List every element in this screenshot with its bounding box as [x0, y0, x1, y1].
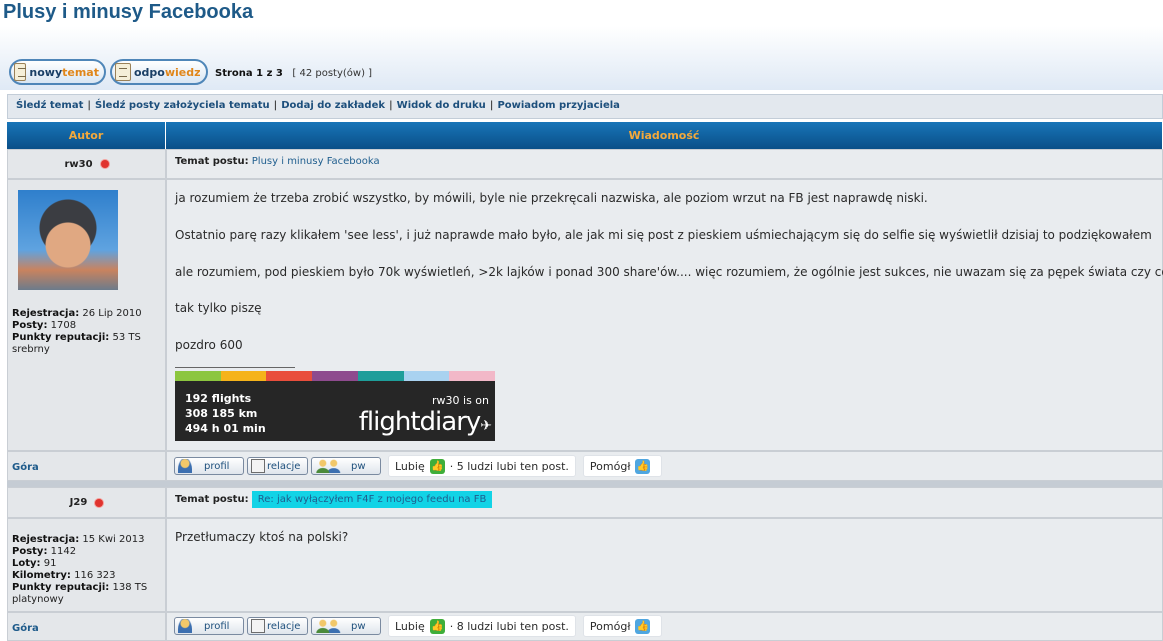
- topic-toolbar: Śledź temat | Śledź posty założyciela tema…: [7, 94, 1163, 119]
- subject-link[interactable]: Plusy i minusy Facebooka: [252, 156, 380, 167]
- relations-button[interactable]: relacje: [247, 617, 308, 635]
- new-topic-label-part1: nowy: [29, 65, 63, 79]
- post-body: Przetłumaczy ktoś na polski?: [166, 518, 1163, 612]
- post-body: ja rozumiem że trzeba zrobić wszystko, b…: [166, 179, 1163, 451]
- back-to-top-link[interactable]: Góra: [7, 451, 166, 481]
- subject-label: Temat postu:: [175, 156, 249, 167]
- signature-divider: [175, 367, 295, 368]
- thumbs-up-icon: 👍: [635, 618, 651, 634]
- page-indicator: Strona 1 z 3: [215, 68, 283, 79]
- like-count: · 8 ludzi lubi ten post.: [449, 619, 569, 633]
- color-bar: [357, 371, 404, 381]
- post-text-line: Przetłumaczy ktoś na polski?: [175, 530, 349, 544]
- post-buttons: profil relacje pw Lubię 👍 · 5 ludzi lubi t…: [174, 455, 663, 477]
- post-text-line: Ostatnio parę razy klikałem 'see less', …: [175, 228, 1152, 242]
- bookmark-link[interactable]: Dodaj do zakładek: [281, 100, 385, 111]
- reply-label-part2: wiedz: [164, 65, 201, 79]
- color-bar: [449, 371, 496, 381]
- follow-author-posts-link[interactable]: Śledź posty założyciela tematu: [95, 100, 270, 111]
- subject-link[interactable]: Re: jak wyłączyłem F4F z mojego feedu na…: [251, 491, 493, 508]
- color-bars: [175, 371, 496, 381]
- color-bar: [266, 371, 313, 381]
- message-column-header: Wiadomość: [166, 122, 1163, 149]
- post-subject: Temat postu: Re: jak wyłączyłem F4F z mo…: [166, 487, 1163, 518]
- users-icon: [315, 459, 341, 473]
- post-text-line: ale rozumiem, pod pieskiem było 70k wyśw…: [175, 265, 1163, 279]
- color-bar: [403, 371, 450, 381]
- post-count: [ 42 posty(ów) ]: [292, 68, 373, 79]
- helped-label: Pomógł: [589, 619, 631, 633]
- author-stats: Rejestracja: 15 Kwi 2013 Posty: 1142 Lot…: [12, 534, 148, 605]
- thumbs-up-icon[interactable]: 👍: [429, 458, 445, 474]
- helped-box[interactable]: Pomógł 👍: [582, 455, 663, 477]
- post-subject: Temat postu: Plusy i minusy Facebooka: [166, 149, 1163, 179]
- post-text-line: tak tylko piszę: [175, 301, 262, 315]
- print-view-link[interactable]: Widok do druku: [397, 100, 486, 111]
- thumbs-up-icon: 👍: [635, 458, 651, 474]
- private-message-button[interactable]: pw: [311, 457, 381, 475]
- back-to-top-link[interactable]: Góra: [7, 612, 166, 641]
- new-topic-label-part2: temat: [62, 65, 99, 79]
- post-author: J29: [7, 487, 166, 518]
- author-profile-panel: Rejestracja: 26 Lip 2010 Posty: 1708 Pun…: [7, 179, 166, 451]
- relations-button[interactable]: relacje: [247, 457, 308, 475]
- offline-status-icon: [95, 498, 104, 507]
- profile-button[interactable]: profil: [174, 617, 244, 635]
- subject-label: Temat postu:: [175, 494, 249, 505]
- private-message-button[interactable]: pw: [311, 617, 381, 635]
- plane-icon: ✈: [480, 418, 492, 434]
- post-text-line: ja rozumiem że trzeba zrobić wszystko, b…: [175, 191, 928, 205]
- post-text-line: pozdro 600: [175, 338, 243, 352]
- post-author: rw30: [7, 149, 166, 179]
- pagination-info: Strona 1 z 3 [ 42 posty(ów) ]: [215, 68, 372, 79]
- author-name[interactable]: J29: [70, 497, 88, 508]
- user-icon: [178, 459, 192, 473]
- document-icon: [115, 63, 131, 81]
- banner-user: rw30 is on: [432, 394, 489, 407]
- thumbs-up-icon[interactable]: 👍: [429, 618, 445, 634]
- like-label[interactable]: Lubię: [395, 460, 425, 473]
- document-icon: [251, 459, 265, 473]
- author-column-header: Autor: [7, 122, 166, 149]
- flightdiary-banner[interactable]: 192 flights 308 185 km 494 h 01 min rw30…: [175, 371, 496, 441]
- color-bar: [312, 371, 358, 381]
- offline-status-icon: [100, 160, 109, 168]
- color-bar: [175, 371, 221, 381]
- author-rank: platynowy: [12, 594, 64, 605]
- helped-box[interactable]: Pomógł 👍: [582, 615, 663, 637]
- profile-button[interactable]: profil: [174, 457, 244, 475]
- author-profile-panel: Rejestracja: 15 Kwi 2013 Posty: 1142 Lot…: [7, 518, 166, 612]
- author-name[interactable]: rw30: [64, 159, 92, 170]
- like-box: Lubię 👍 · 8 ludzi lubi ten post.: [388, 615, 576, 637]
- like-label[interactable]: Lubię: [395, 620, 425, 633]
- author-rank: srebrny: [12, 344, 50, 355]
- like-count: · 5 ludzi lubi ten post.: [449, 459, 569, 473]
- color-bar: [220, 371, 267, 381]
- user-icon: [178, 619, 192, 633]
- new-topic-button[interactable]: nowy temat: [9, 59, 106, 85]
- notify-friend-link[interactable]: Powiadom przyjaciela: [497, 100, 619, 111]
- document-icon: [14, 63, 27, 81]
- post-buttons: profil relacje pw Lubię 👍 · 8 ludzi lubi t…: [174, 615, 663, 637]
- follow-topic-link[interactable]: Śledź temat: [16, 100, 83, 111]
- flightdiary-logo: flightdiary✈: [358, 407, 492, 437]
- flight-stats: 192 flights 308 185 km 494 h 01 min: [185, 392, 266, 435]
- page-title: Plusy i minusy Facebooka: [3, 1, 254, 23]
- document-icon: [251, 619, 265, 633]
- reply-label-part1: odpo: [134, 65, 165, 79]
- avatar[interactable]: [18, 190, 118, 290]
- helped-label: Pomógł: [589, 459, 631, 473]
- reply-button[interactable]: odpo wiedz: [110, 59, 208, 85]
- users-icon: [315, 619, 341, 633]
- author-stats: Rejestracja: 26 Lip 2010 Posty: 1708 Pun…: [12, 308, 142, 355]
- like-box: Lubię 👍 · 5 ludzi lubi ten post.: [388, 455, 576, 477]
